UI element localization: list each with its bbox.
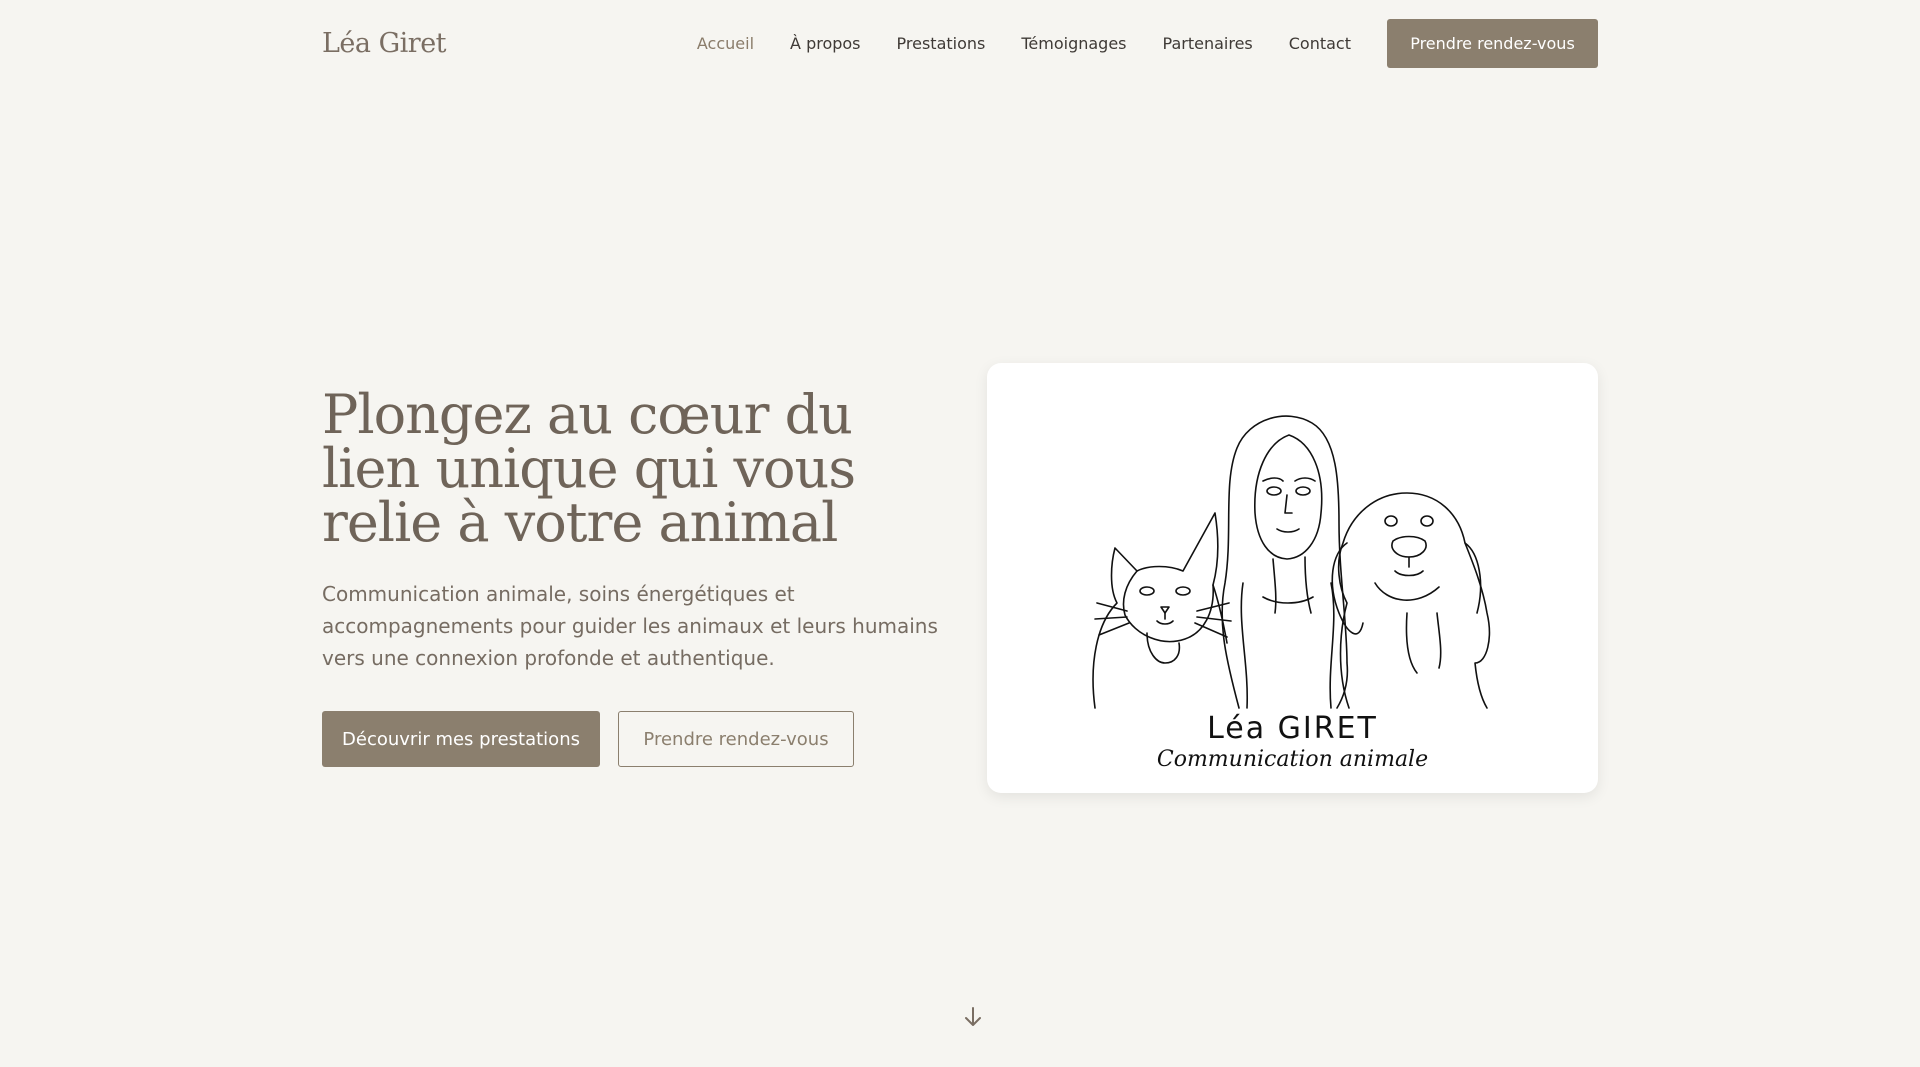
nav-link-accueil[interactable]: Accueil [697, 34, 754, 53]
site-header: Léa Giret Accueil À propos Prestations T… [322, 18, 1598, 68]
header-appointment-button[interactable]: Prendre rendez-vous [1387, 18, 1598, 68]
main-nav: Accueil À propos Prestations Témoignages… [661, 18, 1598, 68]
hero-buttons: Découvrir mes prestations Prendre rendez… [322, 711, 962, 767]
woman-drawing [1221, 415, 1349, 709]
card-tagline: Communication animale [1156, 747, 1429, 772]
dog-drawing [1331, 492, 1491, 709]
hero-section: Plongez au cœur du lien unique qui vous … [322, 388, 962, 767]
site-logo[interactable]: Léa Giret [322, 28, 447, 59]
hero-subtitle: Communication animale, soins énergétique… [322, 582, 938, 670]
arrow-down-icon[interactable] [961, 1005, 985, 1029]
hero-title: Plongez au cœur du lien unique qui vous … [322, 383, 856, 554]
nav-link-partenaires[interactable]: Partenaires [1163, 34, 1253, 53]
hero-illustration-card: Léa GIRET Communication animale [987, 363, 1598, 793]
nav-link-prestations[interactable]: Prestations [897, 34, 986, 53]
card-name: Léa GIRET [1207, 711, 1378, 746]
discover-services-button[interactable]: Découvrir mes prestations [322, 711, 600, 767]
nav-link-contact[interactable]: Contact [1289, 34, 1351, 53]
hero-appointment-button[interactable]: Prendre rendez-vous [618, 711, 854, 767]
nav-link-a-propos[interactable]: À propos [790, 34, 860, 53]
cat-drawing [1092, 512, 1232, 709]
nav-link-temoignages[interactable]: Témoignages [1021, 34, 1126, 53]
